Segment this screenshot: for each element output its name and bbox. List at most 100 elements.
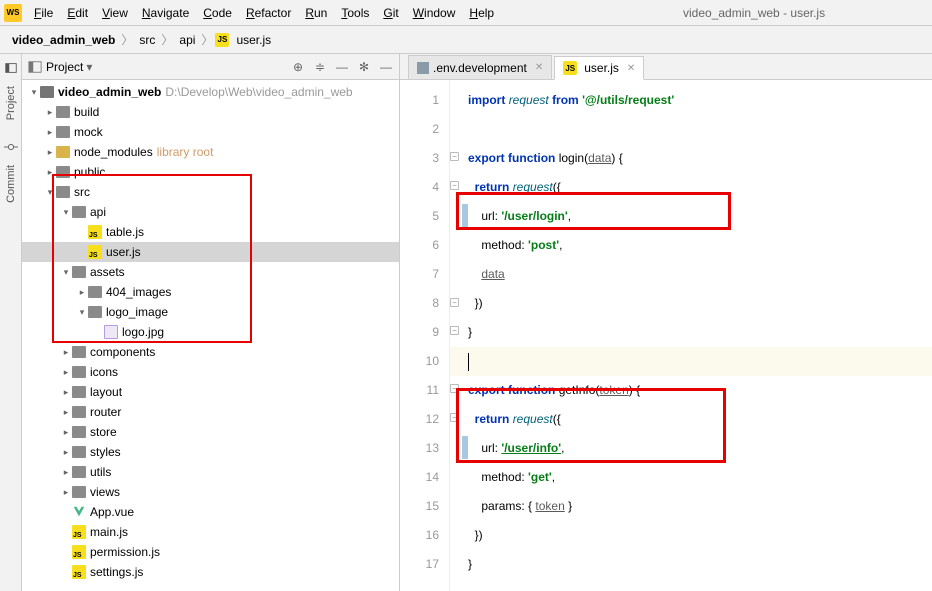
menu-help[interactable]: Help (463, 4, 500, 22)
code-line-10[interactable] (450, 347, 932, 376)
select-opened-icon[interactable]: ⊕ (291, 60, 305, 74)
code-line-8[interactable]: }) (468, 289, 932, 318)
tree-views[interactable]: ▸views (22, 482, 399, 502)
menu-navigate[interactable]: Navigate (136, 4, 195, 22)
crumb-file[interactable]: user.js (232, 31, 275, 49)
tree-utils[interactable]: ▸utils (22, 462, 399, 482)
tree-store[interactable]: ▸store (22, 422, 399, 442)
dropdown-icon[interactable]: ▾ (86, 60, 92, 74)
line-number[interactable]: 5 (400, 202, 439, 231)
code-line-7[interactable]: data (468, 260, 932, 289)
menu-tools[interactable]: Tools (335, 4, 375, 22)
code-line-5[interactable]: url: '/user/login', (468, 202, 932, 231)
tree-mock[interactable]: ▸mock (22, 122, 399, 142)
menu-run[interactable]: Run (299, 4, 333, 22)
tree-404-images[interactable]: ▸404_images (22, 282, 399, 302)
close-icon[interactable]: ✕ (627, 63, 635, 74)
js-file-icon: JS (563, 61, 577, 75)
strip-commit-label[interactable]: Commit (5, 165, 17, 203)
tree-router[interactable]: ▸router (22, 402, 399, 422)
menu-git[interactable]: Git (377, 4, 404, 22)
code-line-3[interactable]: export function login(data) { (468, 144, 932, 173)
line-number[interactable]: 11 (400, 376, 439, 405)
expand-all-icon[interactable]: ≑ (313, 60, 327, 74)
line-number[interactable]: 8 (400, 289, 439, 318)
line-number[interactable]: 15 (400, 492, 439, 521)
tree-table-js[interactable]: JStable.js (22, 222, 399, 242)
line-number[interactable]: 16 (400, 521, 439, 550)
line-number[interactable]: 3 (400, 144, 439, 173)
tree-logo-image[interactable]: ▾logo_image (22, 302, 399, 322)
tree-app-vue[interactable]: App.vue (22, 502, 399, 522)
commit-tool-icon[interactable] (4, 140, 18, 154)
code-line-1[interactable]: import request from '@/utils/request' (468, 86, 932, 115)
menu-view[interactable]: View (96, 4, 134, 22)
tree-layout[interactable]: ▸layout (22, 382, 399, 402)
line-gutter[interactable]: 1 2 3 4 5 6 7 8 9 10 11 12 13 14 15 16 1… (400, 80, 450, 591)
line-number[interactable]: 12 (400, 405, 439, 434)
vue-file-icon (72, 505, 86, 519)
menu-edit[interactable]: Edit (61, 4, 94, 22)
tree-build[interactable]: ▸build (22, 102, 399, 122)
editor-body[interactable]: 1 2 3 4 5 6 7 8 9 10 11 12 13 14 15 16 1… (400, 80, 932, 591)
code-line-6[interactable]: method: 'post', (468, 231, 932, 260)
collapse-all-icon[interactable]: — (335, 60, 349, 74)
hide-icon[interactable]: — (379, 60, 393, 74)
code-line-11[interactable]: export function getInfo(token) { (468, 376, 932, 405)
menu-code[interactable]: Code (197, 4, 238, 22)
tree-main-js[interactable]: JSmain.js (22, 522, 399, 542)
tab-env[interactable]: .env.development ✕ (408, 55, 552, 79)
tree-permission-js[interactable]: JSpermission.js (22, 542, 399, 562)
project-tree[interactable]: ▾video_admin_webD:\Develop\Web\video_adm… (22, 80, 399, 591)
settings-icon[interactable]: ✻ (357, 60, 371, 74)
tree-node-modules[interactable]: ▸node_moduleslibrary root (22, 142, 399, 162)
tree-styles[interactable]: ▸styles (22, 442, 399, 462)
code-line-13[interactable]: url: '/user/info', (468, 434, 932, 463)
line-number[interactable]: 7 (400, 260, 439, 289)
caret-icon (468, 353, 469, 371)
menu-window[interactable]: Window (407, 4, 462, 22)
code-line-14[interactable]: method: 'get', (468, 463, 932, 492)
tree-logo-jpg[interactable]: logo.jpg (22, 322, 399, 342)
tree-assets[interactable]: ▾assets (22, 262, 399, 282)
line-number[interactable]: 1 (400, 86, 439, 115)
tree-user-js[interactable]: JSuser.js (22, 242, 399, 262)
crumb-src[interactable]: src (135, 31, 159, 49)
tool-window-strip: Project Commit (0, 54, 22, 591)
code-line-12[interactable]: return request({ (468, 405, 932, 434)
project-pane-title[interactable]: Project (46, 60, 83, 74)
code-line-2[interactable] (468, 115, 932, 144)
line-number[interactable]: 4 (400, 173, 439, 202)
menu-refactor[interactable]: Refactor (240, 4, 297, 22)
code-line-15[interactable]: params: { token } (468, 492, 932, 521)
strip-project-label[interactable]: Project (5, 86, 17, 120)
close-icon[interactable]: ✕ (535, 62, 543, 73)
project-header: Project ▾ ⊕ ≑ — ✻ — (22, 54, 399, 80)
line-number[interactable]: 9 (400, 318, 439, 347)
tree-api[interactable]: ▾api (22, 202, 399, 222)
crumb-project[interactable]: video_admin_web (8, 31, 119, 49)
code-line-9[interactable]: } (468, 318, 932, 347)
tree-components[interactable]: ▸components (22, 342, 399, 362)
tree-public[interactable]: ▸public (22, 162, 399, 182)
code-line-17[interactable]: } (468, 550, 932, 579)
line-number[interactable]: 14 (400, 463, 439, 492)
menu-file[interactable]: File (28, 4, 59, 22)
code-area[interactable]: import request from '@/utils/request' ex… (450, 80, 932, 591)
tree-src[interactable]: ▾src (22, 182, 399, 202)
line-number[interactable]: 10 (400, 347, 439, 376)
crumb-api[interactable]: api (175, 31, 199, 49)
line-number[interactable]: 13 (400, 434, 439, 463)
code-line-4[interactable]: return request({ (468, 173, 932, 202)
tree-settings-js[interactable]: JSsettings.js (22, 562, 399, 582)
breadcrumb: video_admin_web 〉 src 〉 api 〉 JS user.js (0, 26, 932, 54)
tab-user-js[interactable]: JS user.js ✕ (554, 56, 644, 80)
line-number[interactable]: 6 (400, 231, 439, 260)
tree-icons[interactable]: ▸icons (22, 362, 399, 382)
line-number[interactable]: 2 (400, 115, 439, 144)
tree-root[interactable]: ▾video_admin_webD:\Develop\Web\video_adm… (22, 82, 399, 102)
project-pane: Project ▾ ⊕ ≑ — ✻ — ▾video_admin_webD:\D… (22, 54, 400, 591)
code-line-16[interactable]: }) (468, 521, 932, 550)
project-tool-icon[interactable] (4, 61, 18, 75)
line-number[interactable]: 17 (400, 550, 439, 579)
